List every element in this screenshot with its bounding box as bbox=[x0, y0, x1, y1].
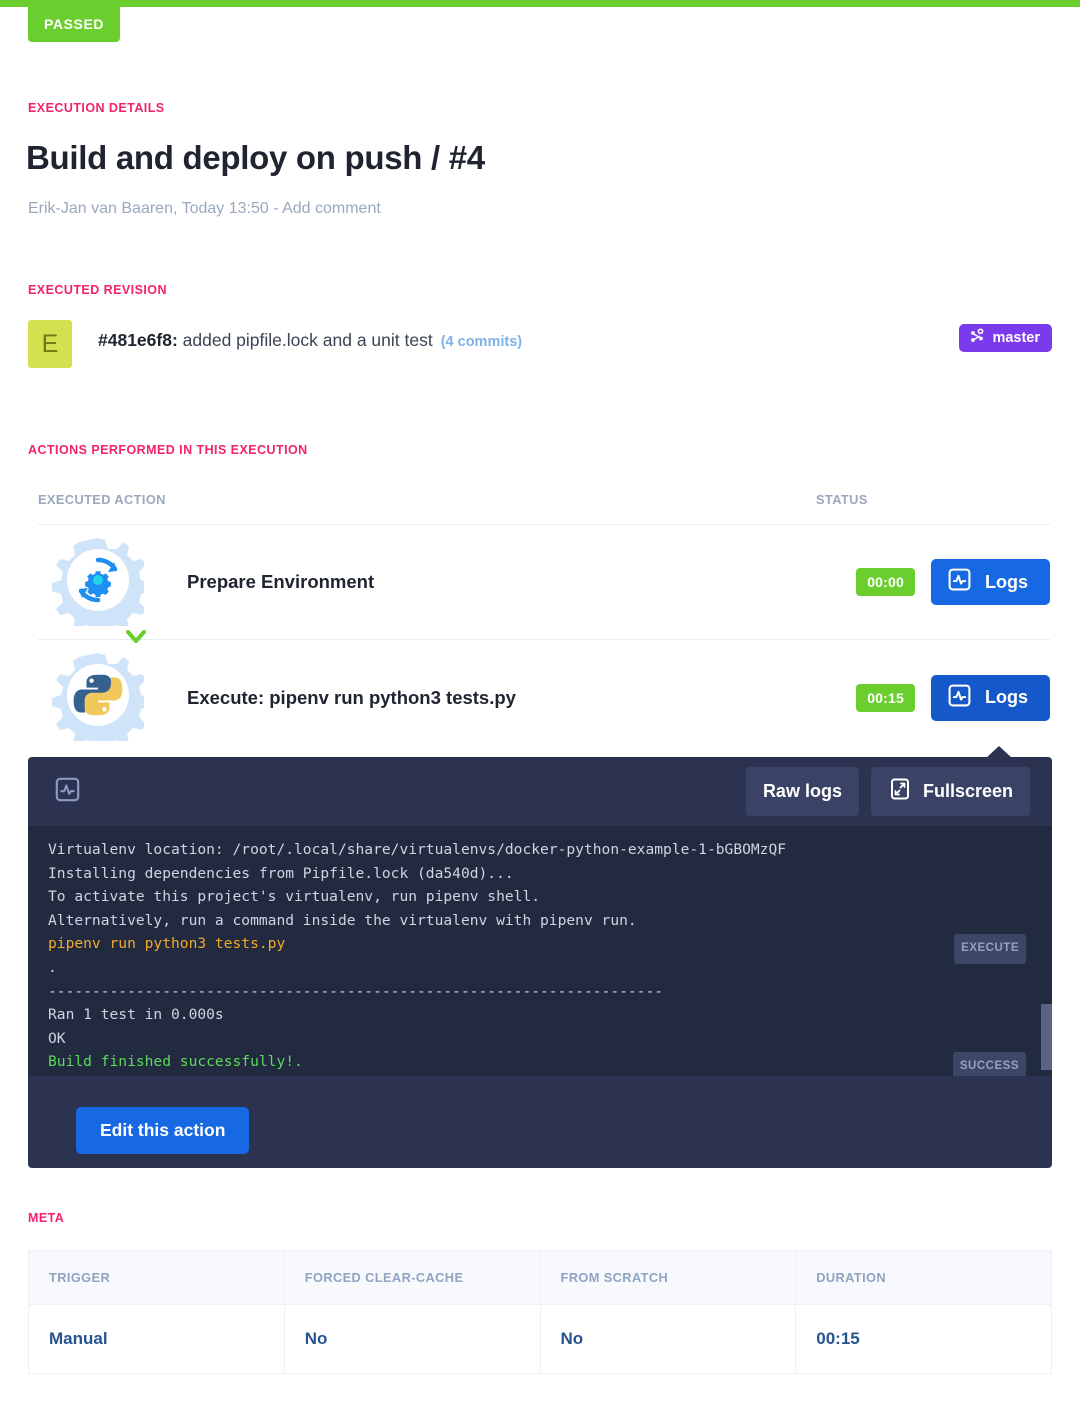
meta-value-from-scratch: No bbox=[539, 1304, 797, 1374]
log-line-text: Build finished successfully!. bbox=[48, 1053, 303, 1071]
meta-value-trigger: Manual bbox=[28, 1304, 285, 1374]
gear-refresh-icon bbox=[52, 534, 150, 636]
log-line: Virtualenv location: /root/.local/share/… bbox=[48, 841, 787, 858]
raw-logs-label: Raw logs bbox=[762, 781, 842, 801]
branch-badge[interactable]: master bbox=[959, 324, 1052, 352]
table-row: Execute: pipenv run python3 tests.py 00:… bbox=[38, 640, 1050, 755]
expand-icon bbox=[888, 777, 912, 806]
executed-revision-label: EXECUTED REVISION bbox=[28, 283, 167, 297]
status-badge: PASSED bbox=[28, 7, 121, 42]
logs-button-label: Logs bbox=[985, 687, 1028, 707]
log-line: To activate this project's virtualenv, r… bbox=[48, 888, 541, 906]
branch-label: master bbox=[992, 330, 1040, 346]
revision-text: #481e6f8: added pipfile.lock and a unit … bbox=[98, 330, 522, 351]
meta-column-forced-clear-cache: FORCED CLEAR-CACHE bbox=[283, 1250, 541, 1305]
revision-sha[interactable]: #481e6f8: bbox=[98, 330, 178, 350]
duration-badge: 00:15 bbox=[856, 683, 915, 712]
edit-this-action-button[interactable]: Edit this action bbox=[76, 1107, 250, 1154]
log-output[interactable]: Virtualenv location: /root/.local/share/… bbox=[28, 826, 1052, 1076]
chevron-down-icon bbox=[125, 629, 147, 650]
log-line: Alternatively, run a command inside the … bbox=[48, 911, 637, 929]
log-scrollbar[interactable] bbox=[1041, 826, 1052, 1076]
log-line: Build finished successfully!. SUCCESS bbox=[28, 1050, 1052, 1076]
log-line-text: pipenv run python3 tests.py bbox=[48, 935, 286, 953]
status-top-bar bbox=[0, 0, 1080, 7]
meta-value-forced-clear-cache: No bbox=[283, 1304, 541, 1374]
pulse-icon bbox=[947, 683, 972, 713]
log-line: Installing dependencies from Pipfile.loc… bbox=[48, 864, 514, 882]
log-scrollbar-thumb[interactable] bbox=[1041, 1004, 1052, 1070]
log-line: OK bbox=[48, 1029, 66, 1047]
meta-column-trigger: TRIGGER bbox=[28, 1250, 285, 1305]
revision-row: E #481e6f8: added pipfile.lock and a uni… bbox=[0, 320, 1080, 370]
pulse-icon bbox=[54, 776, 81, 808]
fullscreen-button[interactable]: Fullscreen bbox=[870, 767, 1030, 816]
meta-column-from-scratch: FROM SCRATCH bbox=[539, 1250, 797, 1305]
execution-author: Erik-Jan van Baaren, Today 13:50 - bbox=[28, 200, 283, 217]
log-line: ----------------------------------------… bbox=[48, 982, 664, 1000]
actions-performed-label: ACTIONS PERFORMED IN THIS EXECUTION bbox=[28, 443, 308, 457]
log-line: . bbox=[48, 958, 57, 976]
execution-details-label: EXECUTION DETAILS bbox=[28, 101, 165, 115]
action-status-cell: 00:00 Logs bbox=[856, 559, 1050, 605]
actions-table: EXECUTED ACTION STATUS Prepare Environme… bbox=[38, 492, 1050, 755]
log-line: pipenv run python3 tests.py EXECUTE bbox=[28, 932, 1052, 964]
table-row: Prepare Environment 00:00 Logs bbox=[38, 525, 1050, 643]
meta-table: TRIGGER FORCED CLEAR-CACHE FROM SCRATCH … bbox=[28, 1250, 1052, 1374]
add-comment-link[interactable]: Add comment bbox=[282, 200, 381, 217]
fullscreen-label: Fullscreen bbox=[922, 781, 1013, 801]
log-panel-actions: Raw logs Fullscreen bbox=[745, 767, 1030, 816]
logs-button[interactable]: Logs bbox=[931, 559, 1050, 605]
log-panel: Raw logs Fullscreen Virtualenv location:… bbox=[28, 746, 1052, 1168]
action-label: Prepare Environment bbox=[187, 571, 375, 592]
actions-table-header: EXECUTED ACTION STATUS bbox=[38, 492, 1050, 525]
avatar: E bbox=[28, 320, 72, 368]
meta-label: META bbox=[28, 1211, 65, 1225]
raw-logs-button[interactable]: Raw logs bbox=[745, 767, 859, 816]
log-panel-header: Raw logs Fullscreen bbox=[28, 757, 1052, 826]
table-row: Manual No No 00:15 bbox=[28, 1304, 1052, 1374]
column-header-action: EXECUTED ACTION bbox=[38, 492, 166, 507]
execution-subtitle: Erik-Jan van Baaren, Today 13:50 - Add c… bbox=[28, 200, 381, 218]
revision-message: added pipfile.lock and a unit test bbox=[177, 330, 433, 350]
meta-column-duration: DURATION bbox=[795, 1250, 1052, 1305]
action-icon-cell bbox=[38, 649, 158, 751]
page-title: Build and deploy on push / #4 bbox=[26, 139, 485, 176]
action-label: Execute: pipenv run python3 tests.py bbox=[187, 686, 516, 708]
action-status-cell: 00:15 Logs bbox=[856, 674, 1050, 721]
meta-table-header-row: TRIGGER FORCED CLEAR-CACHE FROM SCRATCH … bbox=[28, 1250, 1052, 1305]
meta-value-duration: 00:15 bbox=[795, 1304, 1052, 1374]
logs-button[interactable]: Logs bbox=[931, 674, 1050, 721]
log-tag-success: SUCCESS bbox=[952, 1052, 1026, 1076]
python-icon bbox=[52, 649, 150, 751]
duration-badge: 00:00 bbox=[856, 568, 915, 596]
pulse-icon bbox=[947, 567, 972, 597]
git-branch-icon bbox=[969, 328, 985, 348]
column-header-status: STATUS bbox=[816, 492, 868, 507]
commits-count-link[interactable]: (4 commits) bbox=[441, 334, 522, 350]
logs-button-label: Logs bbox=[985, 571, 1028, 592]
action-icon-cell bbox=[38, 534, 158, 636]
log-line: Ran 1 test in 0.000s bbox=[48, 1006, 224, 1024]
